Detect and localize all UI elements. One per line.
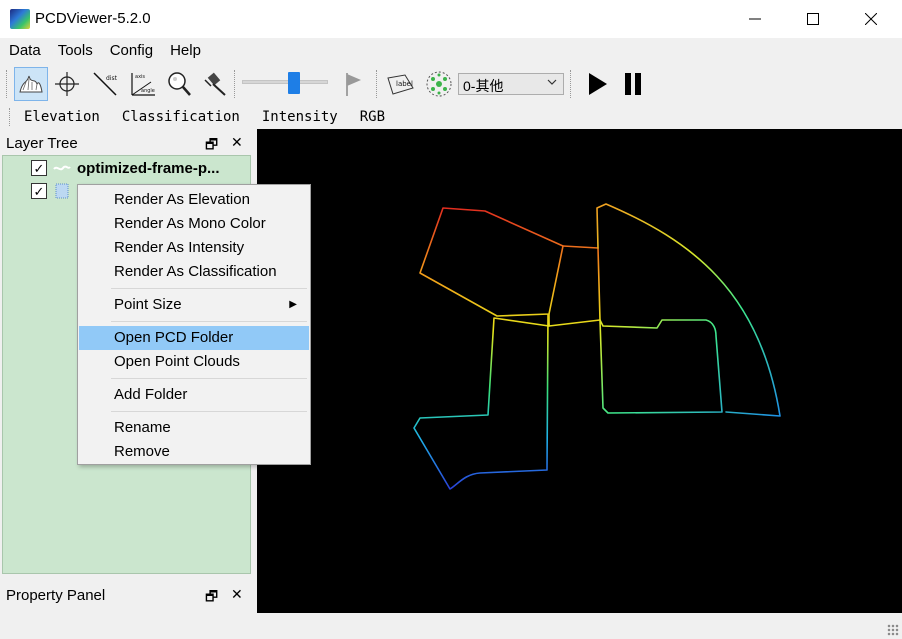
menu-separator bbox=[111, 411, 307, 412]
pause-button[interactable] bbox=[616, 67, 650, 101]
maximize-icon bbox=[807, 13, 819, 25]
menu-help[interactable]: Help bbox=[161, 39, 209, 63]
property-panel-float-button[interactable]: 🗗 bbox=[205, 586, 218, 610]
float-icon: 🗗 bbox=[205, 588, 219, 604]
resize-grip-icon[interactable] bbox=[887, 624, 899, 636]
classification-select-value: 0-其他 bbox=[463, 78, 504, 94]
point-cloud-trajectory bbox=[413, 203, 781, 490]
menu-item-open-pcd-folder[interactable]: Open PCD Folder bbox=[79, 326, 309, 350]
tree-item[interactable]: ✓ optimized-frame-p... bbox=[3, 156, 220, 180]
cluster-icon bbox=[426, 71, 452, 97]
property-panel-title: Property Panel bbox=[6, 587, 106, 604]
classification-select[interactable]: 0-其他 bbox=[458, 73, 564, 95]
menu-separator bbox=[111, 288, 307, 289]
svg-text:angle: angle bbox=[141, 88, 155, 94]
elevation-view-icon bbox=[19, 75, 43, 93]
tree-item[interactable]: ✓ bbox=[3, 179, 77, 203]
close-icon bbox=[865, 13, 877, 25]
svg-text:axis: axis bbox=[135, 74, 145, 80]
menu-tools[interactable]: Tools bbox=[49, 39, 101, 63]
close-button[interactable] bbox=[842, 0, 900, 38]
status-bar bbox=[0, 614, 902, 639]
layer-tree-close-button[interactable]: ✕ bbox=[231, 134, 243, 151]
distance-icon: dist bbox=[93, 72, 118, 96]
layer-tree-header: Layer Tree 🗗 ✕ bbox=[0, 130, 256, 156]
label-button[interactable]: label bbox=[384, 67, 418, 101]
flag-button[interactable] bbox=[336, 67, 370, 101]
menu-item-render-mono-color[interactable]: Render As Mono Color bbox=[79, 212, 309, 236]
play-button[interactable] bbox=[580, 67, 614, 101]
layer-context-menu: Render As Elevation Render As Mono Color… bbox=[77, 184, 311, 465]
measure-angle-button[interactable]: axis angle bbox=[126, 67, 160, 101]
menu-separator bbox=[111, 378, 307, 379]
svg-text:label: label bbox=[396, 80, 413, 88]
svg-text:dist: dist bbox=[106, 75, 118, 82]
render-intensity-button[interactable]: Intensity bbox=[262, 109, 338, 125]
crosshair-icon bbox=[55, 72, 79, 96]
point-size-slider-track[interactable] bbox=[242, 80, 328, 84]
menu-bar: Data Tools Config Help bbox=[0, 39, 209, 63]
toolbar-separator bbox=[570, 70, 572, 98]
menu-item-open-point-clouds[interactable]: Open Point Clouds bbox=[79, 350, 309, 374]
label-icon: label bbox=[387, 74, 414, 95]
menu-separator bbox=[111, 321, 307, 322]
measure-distance-button[interactable]: dist bbox=[88, 67, 122, 101]
menu-item-render-classification[interactable]: Render As Classification bbox=[79, 260, 309, 284]
layer-visibility-checkbox[interactable]: ✓ bbox=[31, 183, 47, 199]
submenu-arrow-icon: ▶ bbox=[289, 299, 297, 310]
property-panel-header: Property Panel 🗗 ✕ bbox=[0, 582, 256, 608]
menu-item-remove[interactable]: Remove bbox=[79, 440, 309, 464]
close-icon: ✕ bbox=[231, 586, 243, 602]
menu-item-label: Point Size bbox=[114, 296, 182, 313]
pause-icon bbox=[625, 73, 641, 95]
menu-item-render-elevation[interactable]: Render As Elevation bbox=[79, 188, 309, 212]
menu-item-add-folder[interactable]: Add Folder bbox=[79, 383, 309, 407]
menu-item-point-size[interactable]: Point Size ▶ bbox=[79, 293, 309, 317]
toolbar-grip bbox=[6, 70, 8, 98]
point-size-slider-thumb[interactable] bbox=[287, 72, 300, 94]
toolbar-separator bbox=[376, 70, 378, 98]
render-elevation-button[interactable]: Elevation bbox=[24, 109, 100, 125]
menu-item-render-intensity[interactable]: Render As Intensity bbox=[79, 236, 309, 260]
zoom-icon bbox=[168, 72, 191, 96]
chevron-down-icon bbox=[547, 77, 557, 89]
render-rgb-button[interactable]: RGB bbox=[360, 109, 385, 125]
pin-button[interactable] bbox=[198, 67, 232, 101]
pin-icon bbox=[204, 72, 226, 96]
elevation-view-button[interactable] bbox=[14, 67, 48, 101]
render-classification-button[interactable]: Classification bbox=[122, 109, 240, 125]
render-mode-bar: Elevation Classification Intensity RGB bbox=[0, 105, 902, 129]
property-panel-close-button[interactable]: ✕ bbox=[231, 586, 243, 603]
title-bar: PCDViewer-5.2.0 bbox=[0, 0, 902, 38]
layer-visibility-checkbox[interactable]: ✓ bbox=[31, 160, 47, 176]
folder-icon bbox=[55, 183, 69, 199]
point-cloud-icon bbox=[53, 165, 71, 171]
play-icon bbox=[589, 73, 607, 95]
axis-angle-icon: axis angle bbox=[131, 73, 155, 96]
app-logo-icon bbox=[10, 9, 30, 29]
window-title: PCDViewer-5.2.0 bbox=[35, 10, 151, 27]
toolbar-separator bbox=[234, 70, 236, 98]
float-icon: 🗗 bbox=[205, 136, 219, 152]
cluster-button[interactable] bbox=[422, 67, 456, 101]
point-cloud-viewport[interactable] bbox=[257, 129, 902, 613]
menu-data[interactable]: Data bbox=[0, 39, 49, 63]
layer-name[interactable]: optimized-frame-p... bbox=[77, 160, 220, 177]
close-icon: ✕ bbox=[231, 134, 243, 150]
menu-config[interactable]: Config bbox=[101, 39, 161, 63]
pick-point-button[interactable] bbox=[50, 67, 84, 101]
menu-item-rename[interactable]: Rename bbox=[79, 416, 309, 440]
minimize-icon bbox=[749, 18, 761, 20]
renderbar-grip bbox=[9, 108, 11, 126]
toolbar: dist axis angle label bbox=[0, 64, 902, 104]
layer-tree-title: Layer Tree bbox=[6, 135, 78, 152]
maximize-button[interactable] bbox=[784, 0, 842, 38]
flag-icon bbox=[346, 73, 361, 96]
app-window: PCDViewer-5.2.0 Data Tools Config Help d… bbox=[0, 0, 902, 639]
minimize-button[interactable] bbox=[726, 0, 784, 38]
zoom-button[interactable] bbox=[162, 67, 196, 101]
